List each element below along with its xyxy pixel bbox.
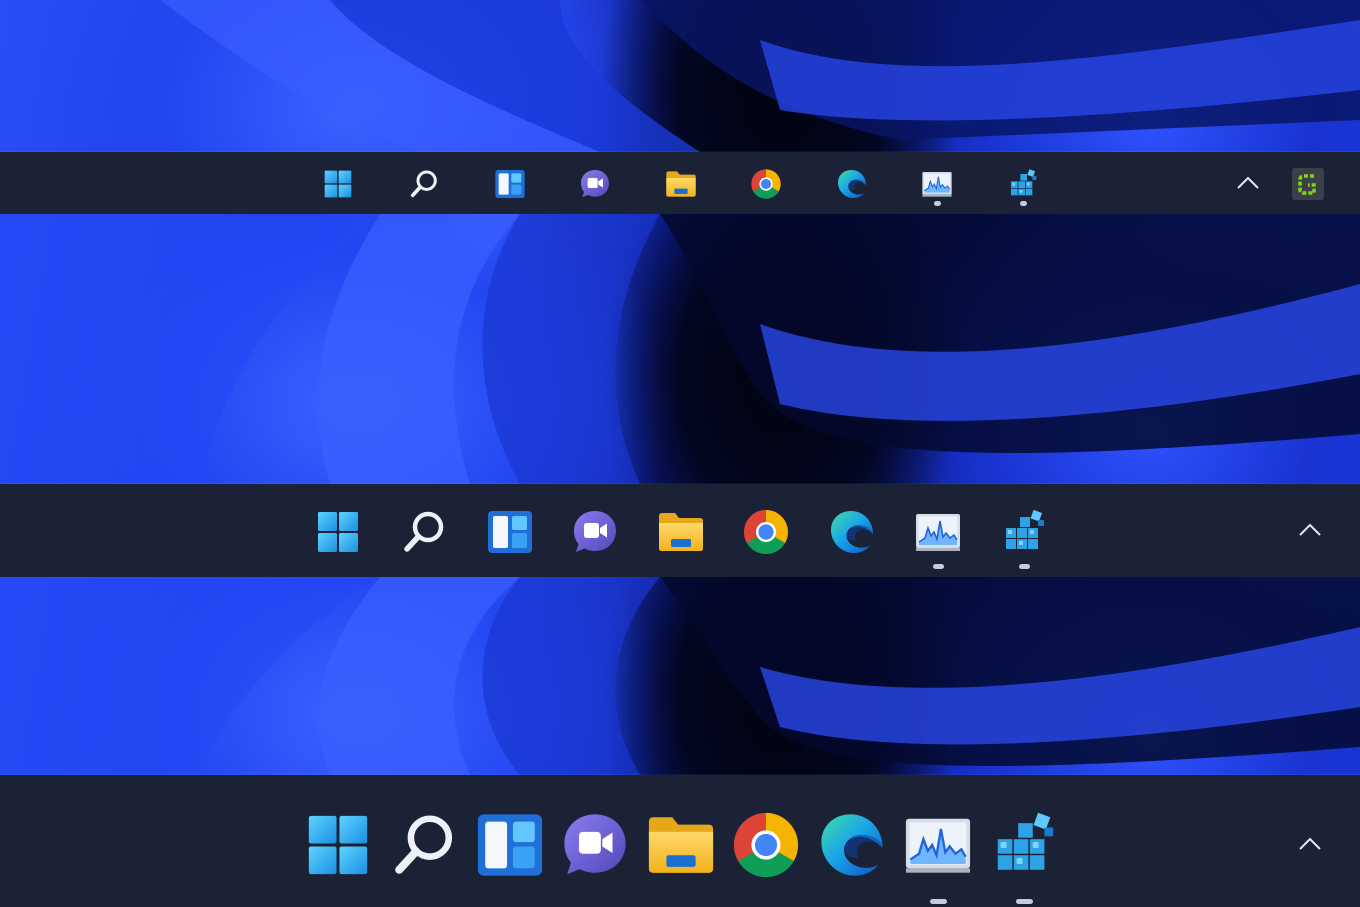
performance-monitor-icon[interactable] — [914, 508, 962, 556]
show-hidden-icons-chevron[interactable] — [1236, 176, 1260, 190]
desktop-wallpaper-top — [0, 0, 1360, 152]
running-indicator — [1019, 201, 1027, 206]
start-icon[interactable] — [322, 168, 354, 200]
edge-icon[interactable] — [828, 508, 876, 556]
start-icon[interactable] — [314, 508, 362, 556]
chrome-icon[interactable] — [742, 508, 790, 556]
file-explorer-icon[interactable] — [665, 168, 697, 200]
running-indicator — [1015, 899, 1033, 904]
desktop-wallpaper-bottom — [0, 577, 1360, 775]
search-icon[interactable] — [400, 508, 448, 556]
chrome-icon[interactable] — [750, 168, 782, 200]
running-indicator — [1018, 564, 1030, 569]
running-indicator — [933, 201, 941, 206]
chat-icon[interactable] — [560, 810, 630, 880]
widgets-icon[interactable] — [475, 810, 545, 880]
search-icon[interactable] — [408, 168, 440, 200]
widgets-icon[interactable] — [486, 508, 534, 556]
hyper-v-icon[interactable] — [1007, 168, 1039, 200]
start-icon[interactable] — [303, 810, 373, 880]
chat-icon[interactable] — [579, 168, 611, 200]
show-hidden-icons-chevron[interactable] — [1298, 523, 1322, 537]
search-icon[interactable] — [389, 810, 459, 880]
running-indicator — [929, 899, 947, 904]
file-explorer-icon[interactable] — [657, 508, 705, 556]
edge-icon[interactable] — [817, 810, 887, 880]
widgets-icon[interactable] — [494, 168, 526, 200]
greenshot-tray-icon[interactable] — [1292, 168, 1324, 200]
chat-icon[interactable] — [571, 508, 619, 556]
show-hidden-icons-chevron[interactable] — [1298, 837, 1322, 851]
hyper-v-icon[interactable] — [1000, 508, 1048, 556]
running-indicator — [932, 564, 944, 569]
file-explorer-icon[interactable] — [646, 810, 716, 880]
performance-monitor-icon[interactable] — [903, 810, 973, 880]
desktop-wallpaper-middle — [0, 214, 1360, 484]
performance-monitor-icon[interactable] — [921, 168, 953, 200]
chrome-icon[interactable] — [731, 810, 801, 880]
hyper-v-icon[interactable] — [989, 810, 1059, 880]
edge-icon[interactable] — [836, 168, 868, 200]
